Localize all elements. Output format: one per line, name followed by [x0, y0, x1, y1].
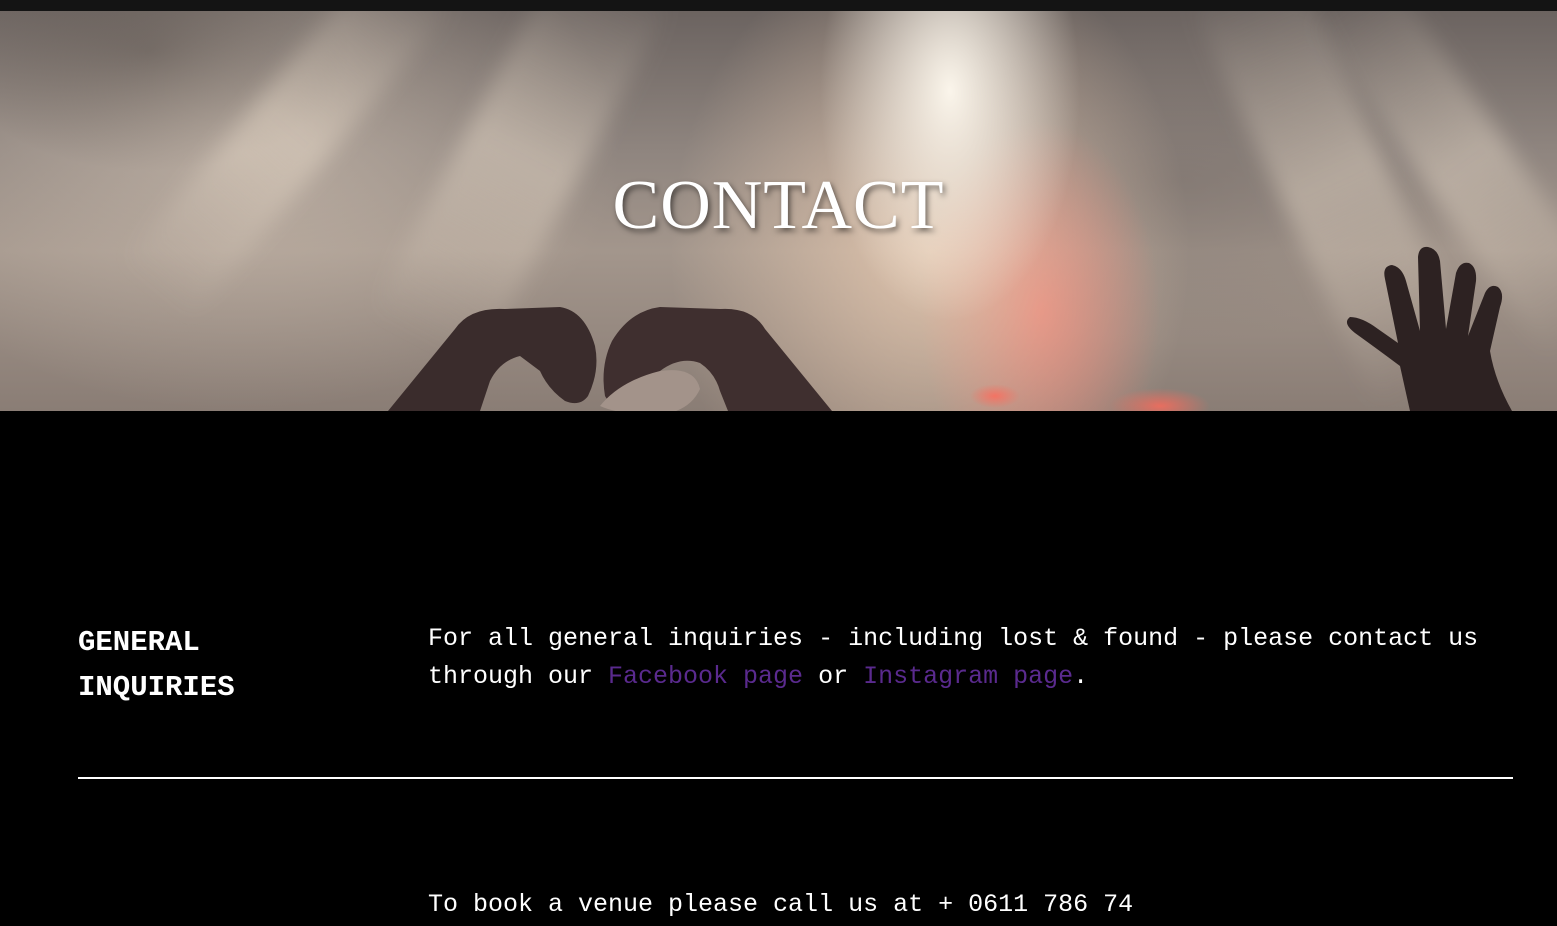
instagram-link[interactable]: Instagram page [863, 662, 1073, 691]
general-inquiries-heading: GENERAL INQUIRIES [78, 620, 378, 710]
heading-line-2: INQUIRIES [78, 671, 235, 704]
booking-section: To book a venue please call us at + 0611… [78, 886, 1513, 926]
general-inquiries-section: GENERAL INQUIRIES For all general inquiri… [78, 620, 1513, 740]
inquiries-text-after: . [1073, 662, 1089, 691]
booking-text: To book a venue please call us at + 0611… [428, 890, 1134, 919]
top-bar [0, 0, 1557, 11]
inquiries-text-middle: or [803, 662, 864, 691]
general-inquiries-text: For all general inquiries - including lo… [428, 620, 1513, 696]
hero-banner: CONTACT [0, 11, 1557, 411]
heading-line-1: GENERAL [78, 626, 200, 659]
section-divider [78, 777, 1513, 779]
facebook-link[interactable]: Facebook page [608, 662, 803, 691]
page-title: CONTACT [612, 167, 945, 244]
